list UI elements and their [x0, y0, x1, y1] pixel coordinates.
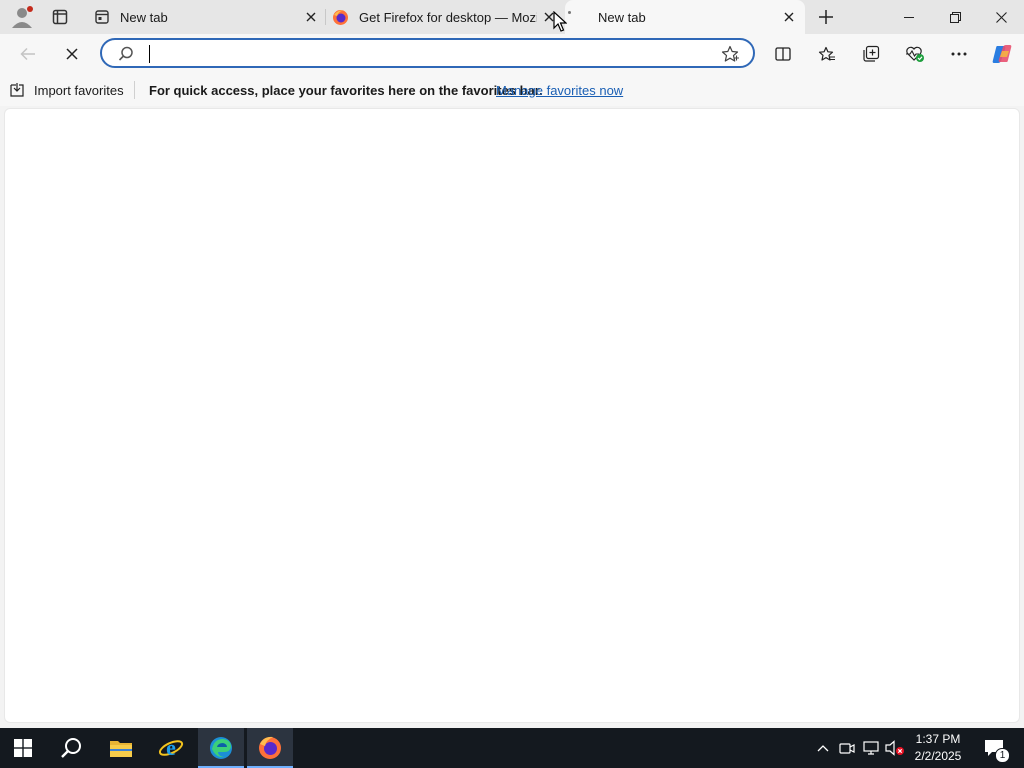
- minimize-button[interactable]: [886, 0, 932, 34]
- loading-indicator: [568, 11, 571, 14]
- start-button[interactable]: [0, 728, 46, 768]
- profile-icon: [12, 6, 33, 28]
- close-icon: [784, 12, 794, 22]
- address-bar[interactable]: [100, 38, 755, 68]
- profile-button[interactable]: [8, 4, 36, 30]
- minimize-icon: [904, 17, 914, 18]
- clock-date: 2/2/2025: [914, 749, 962, 763]
- taskbar-search-icon: [61, 738, 81, 758]
- meet-now-icon: [839, 743, 855, 754]
- tab-title: New tab: [598, 10, 646, 25]
- svg-text:e: e: [166, 735, 176, 760]
- favorites-icon: [818, 46, 835, 61]
- import-favorites-label: Import favorites: [34, 82, 124, 98]
- tab-actions-icon: [52, 9, 68, 25]
- favorites-bar: Import favorites For quick access, place…: [0, 74, 1024, 106]
- import-favorites-button[interactable]: Import favorites: [8, 80, 124, 100]
- search-icon: [118, 46, 133, 61]
- copilot-button[interactable]: [986, 38, 1018, 70]
- clock-time: 1:37 PM: [915, 732, 961, 746]
- file-explorer-icon: [110, 741, 132, 757]
- firefox-icon: [259, 736, 281, 759]
- star-icon[interactable]: [721, 45, 739, 63]
- collections-button[interactable]: [855, 38, 887, 70]
- mouse-cursor-icon: [553, 11, 567, 32]
- windows-start-icon: [14, 739, 32, 757]
- taskbar-clock[interactable]: 1:37 PM 2/2/2025: [906, 731, 970, 765]
- firefox-favicon: [333, 10, 348, 25]
- close-icon: [306, 12, 316, 22]
- settings-more-button[interactable]: [943, 38, 975, 70]
- restore-icon: [949, 11, 961, 23]
- taskbar-internet-explorer[interactable]: e: [148, 728, 194, 768]
- show-hidden-icons-button[interactable]: [812, 728, 834, 768]
- taskbar-edge[interactable]: [198, 728, 244, 768]
- newtab-favicon: [95, 10, 109, 24]
- tab-close-button[interactable]: [781, 9, 797, 25]
- import-favorites-icon: [10, 83, 24, 97]
- new-tab-button[interactable]: [812, 3, 840, 31]
- notifications-button[interactable]: 1: [978, 728, 1012, 768]
- browser-essentials-button[interactable]: [899, 38, 931, 70]
- back-arrow-icon: [20, 47, 35, 61]
- network-button[interactable]: [860, 728, 882, 768]
- tab-close-button[interactable]: [303, 9, 319, 25]
- stop-loading-icon: [66, 48, 78, 60]
- tab-title: Get Firefox for desktop — Mozilla: [359, 10, 537, 25]
- volume-button[interactable]: [884, 728, 906, 768]
- copilot-icon: [992, 45, 1012, 63]
- restore-button[interactable]: [932, 0, 978, 34]
- favorites-button[interactable]: [811, 38, 843, 70]
- meet-now-button[interactable]: [836, 728, 858, 768]
- address-input[interactable]: [148, 44, 708, 62]
- manage-favorites-link[interactable]: Manage favorites now: [496, 83, 623, 98]
- tab-new-tab-1[interactable]: New tab: [84, 0, 324, 34]
- split-screen-button[interactable]: [767, 38, 799, 70]
- tab-new-tab-active[interactable]: New tab: [565, 0, 805, 34]
- collections-icon: [863, 45, 880, 62]
- window-close-icon: [995, 11, 1007, 23]
- browser-essentials-icon: [906, 46, 924, 62]
- notification-count-badge: 1: [995, 748, 1010, 763]
- favorites-bar-divider: [134, 81, 135, 99]
- tab-actions-button[interactable]: [48, 5, 72, 29]
- stop-loading-button[interactable]: [56, 38, 88, 70]
- show-hidden-icons-chevron: [817, 745, 829, 752]
- split-screen-icon: [775, 47, 791, 61]
- window-close-button[interactable]: [978, 0, 1024, 34]
- tab-strip: New tab Get Firefox for desktop — Mozill…: [0, 0, 1024, 34]
- edge-icon: [210, 737, 232, 759]
- tab-get-firefox[interactable]: Get Firefox for desktop — Mozilla: [326, 0, 564, 34]
- windows-taskbar: e 1:37 PM 2/2/2025 1: [0, 728, 1024, 768]
- new-tab-plus-icon: [819, 10, 833, 24]
- volume-muted-icon: [885, 740, 904, 756]
- taskbar-file-explorer[interactable]: [98, 728, 144, 768]
- taskbar-firefox[interactable]: [247, 728, 293, 768]
- network-icon: [863, 741, 879, 755]
- navigation-toolbar: [0, 34, 1024, 74]
- tab-title: New tab: [120, 10, 168, 25]
- favorites-bar-message: For quick access, place your favorites h…: [149, 83, 543, 98]
- text-caret: [149, 45, 150, 63]
- more-icon: [951, 52, 967, 56]
- page-content-area: [4, 108, 1020, 723]
- taskbar-search-button[interactable]: [48, 728, 94, 768]
- internet-explorer-icon: e: [158, 735, 184, 760]
- back-button[interactable]: [12, 38, 44, 70]
